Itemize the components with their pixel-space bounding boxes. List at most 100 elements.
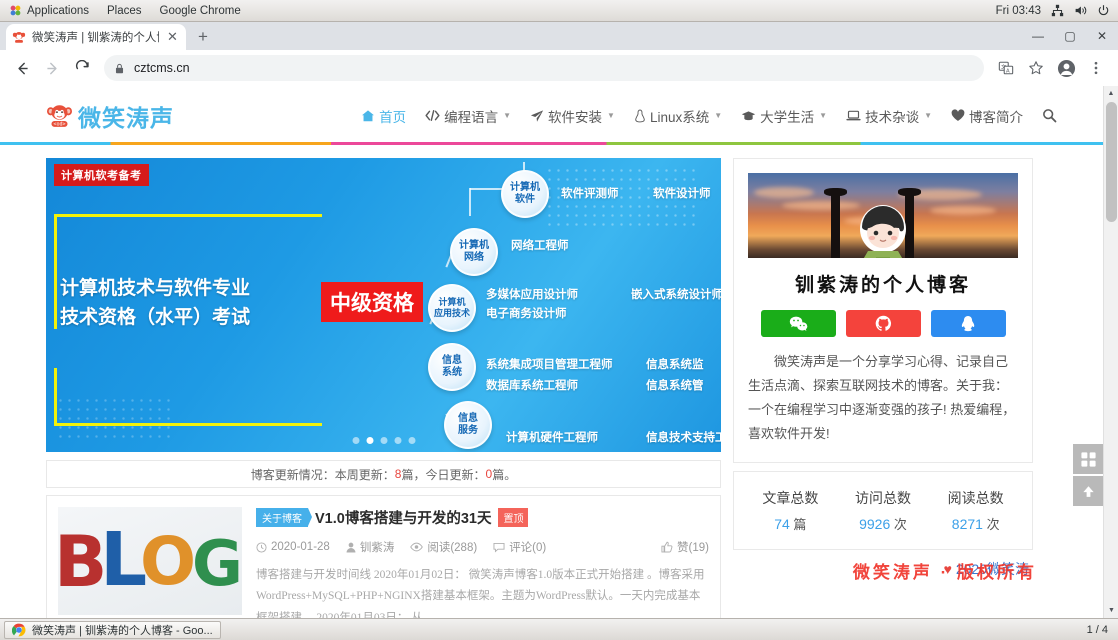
url-text: cztcms.cn [134, 61, 190, 75]
applications-icon [10, 5, 21, 16]
carousel-dot-active[interactable] [366, 437, 373, 444]
qq-button[interactable] [930, 310, 1006, 337]
power-icon[interactable] [1097, 4, 1110, 17]
bookmark-star-icon[interactable] [1022, 54, 1050, 82]
volume-icon[interactable] [1074, 4, 1087, 17]
page-scrollbar[interactable]: ▲ ▼ [1103, 86, 1118, 618]
node-line2: 网络 [464, 252, 484, 263]
article-category-tag[interactable]: 关于博客 [256, 508, 312, 527]
stat-total-articles: 文章总数 74 篇 [744, 488, 837, 533]
chevron-down-icon: ▼ [924, 111, 932, 120]
article-views: 阅读(288) [410, 539, 477, 555]
graduation-cap-icon [741, 109, 756, 122]
social-buttons [748, 310, 1018, 337]
site-logo[interactable]: <od> 微笑涛声 [46, 99, 174, 133]
article-likes[interactable]: 赞(19) [661, 539, 709, 555]
tower-silhouette [824, 188, 847, 258]
stat-value: 9926 次 [837, 514, 930, 533]
article-body: 关于博客 V1.0博客搭建与开发的31天 置顶 2020-01-28 钏紫涛 阅… [256, 507, 709, 618]
profile-card: 钏紫涛的个人博客 微笑涛声是一个分享学习心得、记录自己生活点滴、探索互联网技术的… [733, 158, 1033, 464]
banner-role: 计算机硬件工程师 [506, 432, 598, 444]
nav-item-blog-intro[interactable]: 博客简介 [951, 106, 1023, 126]
qrcode-button[interactable] [1073, 444, 1103, 474]
nav-item-home[interactable]: 首页 [361, 106, 406, 126]
connector [469, 188, 471, 216]
back-to-top-button[interactable] [1073, 476, 1103, 506]
node-line1: 计算机 [438, 296, 466, 307]
content-column: 计算机软考备考 计算机技术与软件专业 技术资格（水平）考试 中级资格 计算机 软… [46, 158, 721, 618]
address-bar[interactable]: cztcms.cn [104, 55, 984, 81]
thumbnail-letter: G [192, 527, 242, 600]
footer-copyright: ♥ 2020微笑涛 微笑涛声 · 版权所有 [733, 559, 1034, 585]
taskbar-window-button[interactable]: 微笑涛声 | 钏紫涛的个人博客 - Goo... [4, 620, 221, 639]
forward-button[interactable] [38, 54, 66, 82]
scroll-up-button[interactable]: ▲ [1104, 86, 1118, 101]
carousel-dots[interactable] [352, 437, 415, 444]
node-line2: 服务 [458, 425, 478, 436]
floating-action-buttons [1073, 444, 1103, 508]
three-dot-menu-icon[interactable] [1082, 54, 1110, 82]
stat-number: 8271 [951, 516, 983, 533]
stat-unit: 次 [893, 517, 907, 533]
article-thumbnail[interactable]: B L O G [58, 507, 242, 615]
chevron-down-icon: ▼ [503, 111, 512, 120]
carousel-dot[interactable] [394, 437, 401, 444]
github-button[interactable] [845, 310, 921, 337]
carousel-dot[interactable] [408, 437, 415, 444]
qrcode-icon [1080, 451, 1096, 467]
nav-item-programming-languages[interactable]: 编程语言 ▼ [425, 106, 511, 126]
active-app-menu[interactable]: Google Chrome [151, 0, 250, 22]
nav-item-linux[interactable]: Linux系统 ▼ [634, 106, 722, 126]
node-line1: 信息 [442, 354, 462, 366]
nav-item-college-life[interactable]: 大学生活 ▼ [741, 106, 827, 126]
scroll-down-button[interactable]: ▼ [1104, 603, 1118, 618]
home-icon [361, 109, 375, 123]
window-controls: — ▢ ✕ [1022, 22, 1118, 50]
hero-banner-carousel[interactable]: 计算机软考备考 计算机技术与软件专业 技术资格（水平）考试 中级资格 计算机 软… [46, 158, 721, 452]
scrollbar-thumb[interactable] [1106, 102, 1117, 222]
profile-description: 微笑涛声是一个分享学习心得、记录自己生活点滴、探索互联网技术的博客。关于我：一个… [748, 354, 1016, 442]
carousel-dot[interactable] [380, 437, 387, 444]
banner-title-line2: 技术资格（水平）考试 [60, 305, 251, 328]
article-list-item[interactable]: B L O G 关于博客 V1.0博客搭建与开发的31天 置顶 2020-01-… [46, 495, 721, 618]
new-tab-button[interactable]: + [190, 24, 216, 50]
nav-item-software-install[interactable]: 软件安装 ▼ [530, 106, 615, 126]
banner-node: 信息 服务 [444, 401, 492, 449]
banner-node: 计算机 应用技术 [428, 284, 476, 332]
back-button[interactable] [8, 54, 36, 82]
workspace-switcher[interactable]: 1 / 4 [1087, 624, 1114, 636]
stats-card: 文章总数 74 篇 访问总数 9926 次 阅读总数 8271 次 [733, 471, 1033, 551]
places-menu[interactable]: Places [98, 0, 151, 22]
eye-icon [410, 542, 424, 552]
tab-close-icon[interactable]: ✕ [165, 29, 180, 45]
applications-menu[interactable]: Applications [0, 0, 98, 22]
chrome-icon [12, 623, 26, 636]
carousel-dot[interactable] [352, 437, 359, 444]
profile-avatar-icon[interactable] [1052, 54, 1080, 82]
network-icon[interactable] [1051, 4, 1064, 17]
maximize-button[interactable]: ▢ [1054, 22, 1086, 50]
node-line1: 计算机 [510, 181, 540, 193]
wechat-button[interactable] [760, 310, 836, 337]
profile-name: 钏紫涛的个人博客 [794, 275, 971, 296]
update-week-unit: 篇， [401, 467, 426, 482]
browser-tab[interactable]: 微笑涛声 | 钏紫涛的个人博 ✕ [6, 24, 186, 50]
banner-role: 系统集成项目管理工程师 [486, 359, 613, 371]
translate-icon[interactable]: 文A [992, 54, 1020, 82]
panel-clock[interactable]: Fri 03:43 [996, 5, 1041, 17]
update-today-unit: 篇。 [492, 467, 517, 482]
close-window-button[interactable]: ✕ [1086, 22, 1118, 50]
nav-item-tech-talk[interactable]: 技术杂谈 ▼ [846, 106, 932, 126]
copyright-watermark: 微笑涛声 · 版权所有 [852, 563, 1037, 583]
search-icon[interactable] [1042, 108, 1057, 123]
chevron-down-icon: ▼ [714, 111, 723, 120]
node-line1: 信息 [458, 412, 478, 424]
user-icon [346, 542, 356, 552]
minimize-button[interactable]: — [1022, 22, 1054, 50]
node-line2: 软件 [515, 194, 535, 205]
article-title[interactable]: V1.0博客搭建与开发的31天 [315, 507, 491, 528]
banner-role: 电子商务设计师 [486, 308, 567, 320]
monkey-logo-icon: <od> [47, 105, 72, 128]
reload-button[interactable] [68, 54, 96, 82]
thumbs-up-icon [661, 541, 673, 553]
